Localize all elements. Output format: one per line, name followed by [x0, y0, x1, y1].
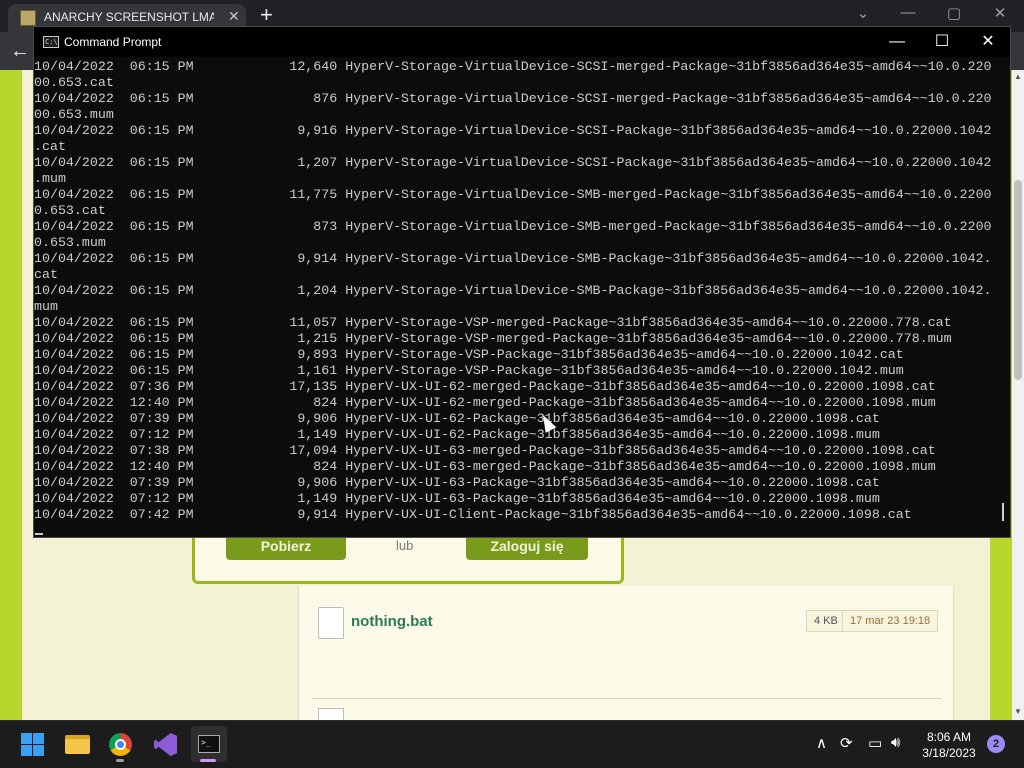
cmd-line: 10/04/2022 07:39 PM 9,906 HyperV-UX-UI-6…	[34, 411, 880, 426]
sync-icon[interactable]: ⟳	[840, 734, 853, 752]
browser-restore-button[interactable]: ▢	[939, 4, 969, 22]
cmd-line: 10/04/2022 07:42 PM 9,914 HyperV-UX-UI-C…	[34, 507, 912, 522]
cmd-line: 10/04/2022 12:40 PM 824 HyperV-UX-UI-63-…	[34, 459, 936, 474]
cmd-line: 0.653.mum	[34, 235, 106, 250]
file-panel	[298, 586, 954, 720]
chrome-running-indicator	[116, 759, 124, 762]
tab-search-icon[interactable]: ⌄	[848, 4, 878, 22]
volume-icon[interactable]: 🔊︎	[891, 734, 900, 751]
taskbar-clock[interactable]: 8:06 AM 3/18/2023	[920, 729, 978, 761]
tab-close-icon[interactable]: ✕	[228, 8, 240, 25]
cmd-line: 10/04/2022 06:15 PM 11,057 HyperV-Storag…	[34, 315, 952, 330]
clock-time: 8:06 AM	[926, 730, 972, 744]
cmd-line: 10/04/2022 06:15 PM 876 HyperV-Storage-V…	[34, 91, 992, 106]
file-divider	[312, 698, 942, 699]
cmd-text-cursor	[35, 533, 43, 535]
cmd-line: 10/04/2022 06:15 PM 11,775 HyperV-Storag…	[34, 187, 992, 202]
browser-close-button[interactable]: ✕	[985, 4, 1015, 22]
cmd-line: .mum	[34, 171, 66, 186]
cmd-line: 10/04/2022 12:40 PM 824 HyperV-UX-UI-62-…	[34, 395, 936, 410]
command-prompt-window[interactable]: C:\ Command Prompt — ☐ ✕ 10/04/2022 06:1…	[33, 26, 1011, 538]
cmd-line: 10/04/2022 06:15 PM 9,916 HyperV-Storage…	[34, 123, 992, 138]
scroll-up-icon[interactable]: ▲	[1012, 72, 1024, 81]
file-explorer-icon[interactable]	[65, 735, 90, 754]
terminal-active-indicator	[200, 759, 216, 762]
notification-badge[interactable]: 2	[987, 735, 1005, 753]
file-icon	[318, 708, 344, 720]
cmd-line: 10/04/2022 06:15 PM 1,207 HyperV-Storage…	[34, 155, 992, 170]
back-arrow-icon[interactable]: ←	[10, 40, 30, 63]
tray-chevron-up-icon[interactable]: ∧	[816, 734, 827, 752]
cmd-minimize-button[interactable]: —	[874, 31, 920, 53]
page-scrollbar[interactable]	[1012, 70, 1024, 720]
page-scroll-thumb[interactable]	[1014, 180, 1022, 380]
cmd-line: 10/04/2022 07:38 PM 17,094 HyperV-UX-UI-…	[34, 443, 936, 458]
or-text: lub	[396, 538, 414, 553]
cmd-line: 10/04/2022 07:39 PM 9,906 HyperV-UX-UI-6…	[34, 475, 880, 490]
cmd-line: 10/04/2022 06:15 PM 9,914 HyperV-Storage…	[34, 251, 992, 266]
cmd-line: mum	[34, 299, 58, 314]
cmd-line: 00.653.mum	[34, 107, 114, 122]
scroll-down-icon[interactable]: ▼	[1012, 707, 1024, 716]
new-tab-button[interactable]: +	[260, 2, 273, 28]
browser-minimize-button[interactable]: —	[893, 4, 923, 21]
display-icon[interactable]: ▭	[868, 734, 882, 752]
file-icon	[318, 607, 344, 639]
cmd-line: cat	[34, 267, 58, 282]
cmd-close-button[interactable]: ✕	[965, 31, 1011, 53]
file-size-badge: 4 KB	[806, 610, 846, 632]
cmd-line: .cat	[34, 139, 66, 154]
cmd-output[interactable]: 10/04/2022 06:15 PM 12,640 HyperV-Storag…	[34, 59, 994, 535]
chrome-icon[interactable]	[109, 733, 132, 756]
cmd-line: 10/04/2022 06:15 PM 873 HyperV-Storage-V…	[34, 219, 992, 234]
cmd-line: 10/04/2022 06:15 PM 1,215 HyperV-Storage…	[34, 331, 952, 346]
cmd-line: 0.653.cat	[34, 203, 106, 218]
cmd-line: 10/04/2022 07:12 PM 1,149 HyperV-UX-UI-6…	[34, 427, 880, 442]
tab-favicon-icon	[20, 10, 36, 26]
cmd-line: 10/04/2022 06:15 PM 9,893 HyperV-Storage…	[34, 347, 904, 362]
cmd-maximize-button[interactable]: ☐	[919, 31, 965, 53]
file-date-badge: 17 mar 23 19:18	[842, 610, 939, 632]
cmd-title: Command Prompt	[64, 35, 162, 49]
cmd-line: 10/04/2022 06:15 PM 12,640 HyperV-Storag…	[34, 59, 992, 74]
cmd-line: 10/04/2022 06:15 PM 1,161 HyperV-Storage…	[34, 363, 904, 378]
cmd-line: 10/04/2022 07:36 PM 17,135 HyperV-UX-UI-…	[34, 379, 936, 394]
cmd-app-icon: C:\	[43, 36, 59, 48]
cmd-scrollbar-thumb[interactable]	[1002, 503, 1004, 521]
cmd-line: 10/04/2022 06:15 PM 1,204 HyperV-Storage…	[34, 283, 992, 298]
clock-date: 3/18/2023	[922, 746, 976, 760]
start-button[interactable]	[21, 733, 44, 756]
cmd-line: 00.653.cat	[34, 75, 114, 90]
terminal-icon: >_	[198, 735, 220, 753]
file-name-link[interactable]: nothing.bat	[351, 613, 433, 630]
cmd-line: 10/04/2022 07:12 PM 1,149 HyperV-UX-UI-6…	[34, 491, 880, 506]
cmd-titlebar[interactable]: C:\ Command Prompt — ☐ ✕	[34, 27, 1010, 57]
tab-title: ANARCHY SCREENSHOT LMAO -	[44, 10, 214, 24]
